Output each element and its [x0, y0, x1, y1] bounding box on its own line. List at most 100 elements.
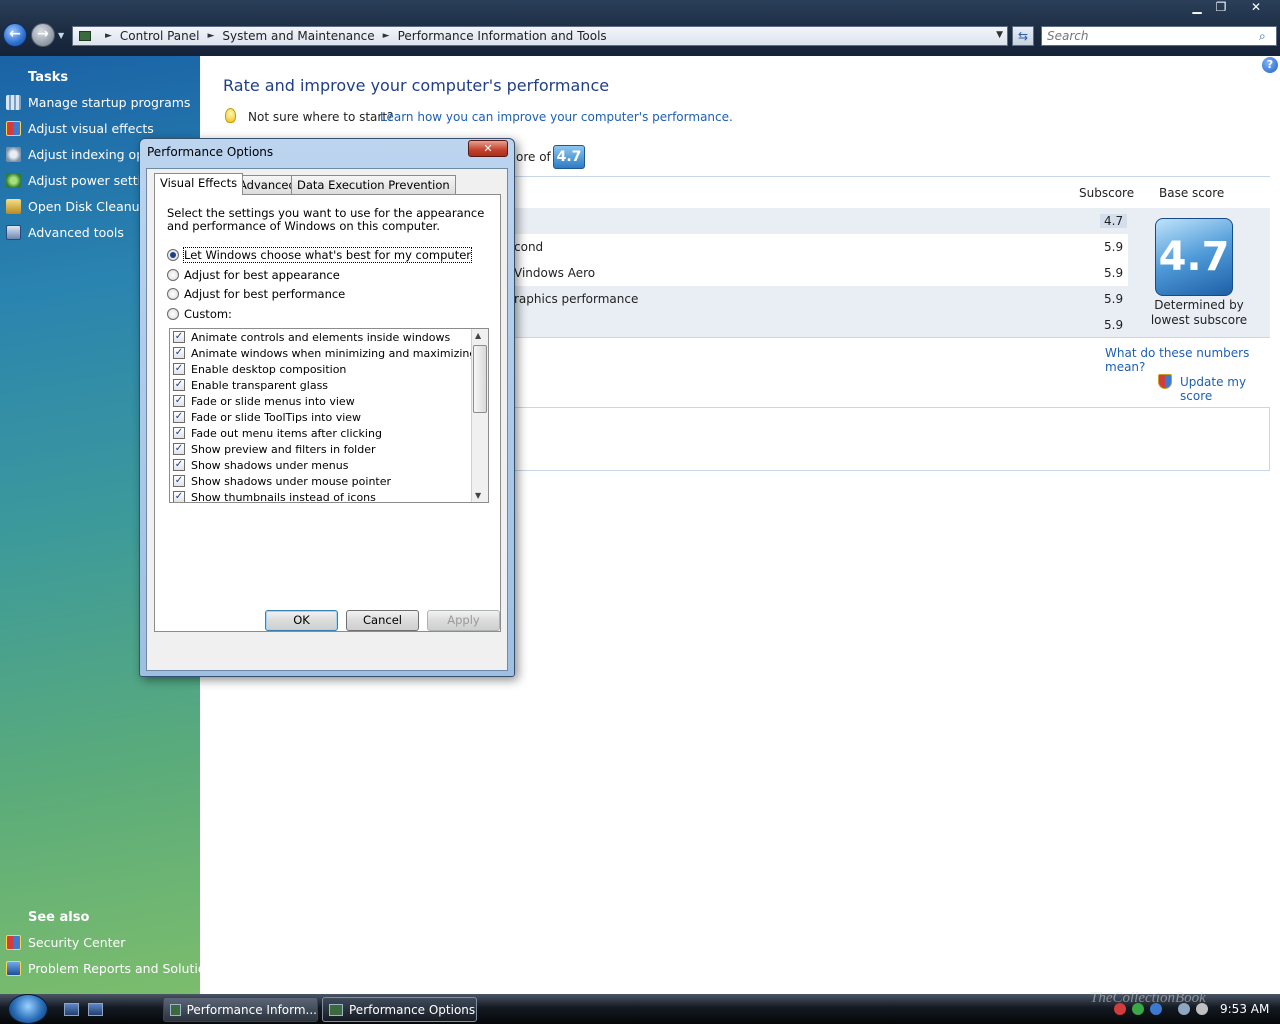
- checkbox-checked-icon: ✓: [173, 459, 185, 471]
- checkbox-label: Fade or slide ToolTips into view: [191, 410, 362, 424]
- close-window-button[interactable]: ✕: [1240, 0, 1272, 16]
- checkbox-checked-icon: ✓: [173, 347, 185, 359]
- task-label: Open Disk Cleanup: [28, 198, 148, 214]
- hint-text: Not sure where to start?: [248, 110, 394, 124]
- breadcrumb-separator-icon[interactable]: ►: [105, 31, 112, 41]
- performance-options-icon: [329, 1003, 343, 1016]
- volume-muted-icon[interactable]: [1196, 1003, 1208, 1015]
- scroll-up-icon[interactable]: ▲: [475, 331, 481, 340]
- indexing-icon: [6, 146, 21, 162]
- task-advanced-tools[interactable]: Advanced tools: [6, 222, 124, 242]
- visual-effects-list[interactable]: ✓ Animate controls and elements inside wi…: [169, 328, 489, 503]
- see-also-security-center[interactable]: Security Center: [6, 932, 125, 952]
- numbers-meaning-link[interactable]: What do these numbers mean?: [1105, 346, 1280, 374]
- update-icon[interactable]: [1132, 1003, 1144, 1015]
- task-power-settings[interactable]: Adjust power setting: [6, 170, 157, 190]
- radio-best-appearance[interactable]: Adjust for best appearance: [167, 267, 340, 283]
- control-panel-icon: [170, 1003, 181, 1016]
- base-score-badge: 4.7: [1155, 218, 1233, 296]
- breadcrumb-separator-icon[interactable]: ►: [383, 31, 390, 41]
- breadcrumb-system-maintenance[interactable]: System and Maintenance: [222, 29, 374, 43]
- radio-best-performance[interactable]: Adjust for best performance: [167, 286, 345, 302]
- address-dropdown-icon[interactable]: ▼: [996, 30, 1003, 40]
- cancel-button[interactable]: Cancel: [346, 610, 419, 631]
- address-bar[interactable]: ► Control Panel ► System and Maintenance…: [72, 26, 1008, 46]
- minimize-button[interactable]: ▁: [1184, 0, 1210, 16]
- breadcrumb-control-panel[interactable]: Control Panel: [120, 29, 200, 43]
- visual-effects-description: Select the settings you want to use for …: [167, 206, 485, 233]
- taskbar-button-performance-info[interactable]: Performance Inform...: [163, 997, 318, 1022]
- checkbox-checked-icon: ✓: [173, 331, 185, 343]
- network-icon[interactable]: [1150, 1003, 1162, 1015]
- table-row: Vindows Aero 5.9: [514, 260, 1128, 286]
- radio-label: Adjust for best appearance: [184, 268, 340, 282]
- system-clock[interactable]: 9:53 AM: [1220, 1002, 1269, 1016]
- shield-icon: [6, 934, 21, 950]
- checkbox-label: Animate controls and elements inside win…: [191, 330, 451, 344]
- recent-pages-dropdown-icon[interactable]: ▼: [58, 31, 64, 40]
- update-score-link[interactable]: Update my score: [1180, 375, 1280, 403]
- display-icon[interactable]: [1178, 1003, 1190, 1015]
- task-manage-startup[interactable]: Manage startup programs: [6, 92, 190, 112]
- subscore-value: 5.9: [1104, 292, 1124, 306]
- dialog-title: Performance Options: [147, 145, 274, 159]
- scroll-thumb[interactable]: [473, 345, 487, 413]
- checkbox-label: Fade out menu items after clicking: [191, 426, 382, 440]
- checkbox-label: Show shadows under menus: [191, 458, 349, 472]
- apply-button[interactable]: Apply: [427, 610, 500, 631]
- checkbox-fade-menu-items[interactable]: ✓ Fade out menu items after clicking: [173, 425, 382, 441]
- component-label: Vindows Aero: [514, 266, 596, 280]
- refresh-button[interactable]: ⇆: [1012, 26, 1034, 46]
- disk-cleanup-icon: [6, 198, 21, 214]
- component-label: raphics performance: [514, 292, 639, 306]
- checkbox-checked-icon: ✓: [173, 443, 185, 455]
- checkbox-thumbnails[interactable]: ✓ Show thumbnails instead of icons: [173, 489, 376, 502]
- taskbar-button-label: Performance Options: [349, 1002, 476, 1017]
- task-disk-cleanup[interactable]: Open Disk Cleanup: [6, 196, 148, 216]
- checkbox-checked-icon: ✓: [173, 427, 185, 439]
- checkbox-animate-controls[interactable]: ✓ Animate controls and elements inside wi…: [173, 329, 450, 345]
- learn-improve-link[interactable]: Learn how you can improve your computer'…: [380, 110, 733, 124]
- dialog-close-button[interactable]: ✕: [468, 140, 508, 157]
- checkbox-fade-menus[interactable]: ✓ Fade or slide menus into view: [173, 393, 355, 409]
- search-input[interactable]: [1041, 26, 1277, 46]
- back-button[interactable]: ←: [3, 23, 27, 47]
- checkbox-shadows-menus[interactable]: ✓ Show shadows under menus: [173, 457, 348, 473]
- checkbox-preview-filters[interactable]: ✓ Show preview and filters in folder: [173, 441, 376, 457]
- subscore-value: 5.9: [1104, 240, 1124, 254]
- breadcrumb-performance-tools[interactable]: Performance Information and Tools: [398, 29, 607, 43]
- visual-effects-tab-page: Select the settings you want to use for …: [154, 194, 501, 632]
- maximize-button[interactable]: ❐: [1208, 0, 1234, 16]
- switch-windows-icon[interactable]: [88, 1003, 103, 1016]
- radio-custom[interactable]: Custom:: [167, 306, 232, 322]
- forward-button[interactable]: →: [31, 23, 55, 47]
- tab-data-execution-prevention[interactable]: Data Execution Prevention: [291, 175, 456, 194]
- tab-visual-effects[interactable]: Visual Effects: [154, 173, 244, 195]
- help-icon[interactable]: ?: [1262, 57, 1278, 73]
- search-icon[interactable]: ⌕: [1259, 29, 1266, 44]
- see-also-problem-reports[interactable]: Problem Reports and Solutions: [6, 958, 220, 978]
- task-indexing[interactable]: Adjust indexing optio: [6, 144, 160, 164]
- security-alert-icon[interactable]: [1114, 1003, 1126, 1015]
- ok-button[interactable]: OK: [265, 610, 338, 631]
- checkbox-shadows-pointer[interactable]: ✓ Show shadows under mouse pointer: [173, 473, 391, 489]
- list-scrollbar[interactable]: ▲ ▼: [471, 329, 488, 502]
- radio-label: Custom:: [184, 307, 232, 321]
- radio-let-windows-choose[interactable]: Let Windows choose what's best for my co…: [167, 247, 473, 263]
- task-visual-effects[interactable]: Adjust visual effects: [6, 118, 154, 138]
- show-desktop-icon[interactable]: [64, 1003, 79, 1016]
- checkbox-fade-tooltips[interactable]: ✓ Fade or slide ToolTips into view: [173, 409, 361, 425]
- start-button[interactable]: [8, 994, 48, 1024]
- checkbox-animate-windows[interactable]: ✓ Animate windows when minimizing and max…: [173, 345, 476, 361]
- taskbar-button-performance-options[interactable]: Performance Options: [322, 997, 477, 1022]
- radio-button-icon: [167, 249, 179, 261]
- task-label: Advanced tools: [28, 224, 124, 240]
- checkbox-transparent-glass[interactable]: ✓ Enable transparent glass: [173, 377, 328, 393]
- scroll-down-icon[interactable]: ▼: [475, 491, 481, 500]
- subscore-header: Subscore: [1079, 186, 1135, 200]
- radio-button-icon: [167, 288, 179, 300]
- checkbox-desktop-composition[interactable]: ✓ Enable desktop composition: [173, 361, 346, 377]
- checkbox-label: Enable desktop composition: [191, 362, 347, 376]
- problem-reports-icon: [6, 960, 21, 976]
- breadcrumb-separator-icon[interactable]: ►: [208, 31, 215, 41]
